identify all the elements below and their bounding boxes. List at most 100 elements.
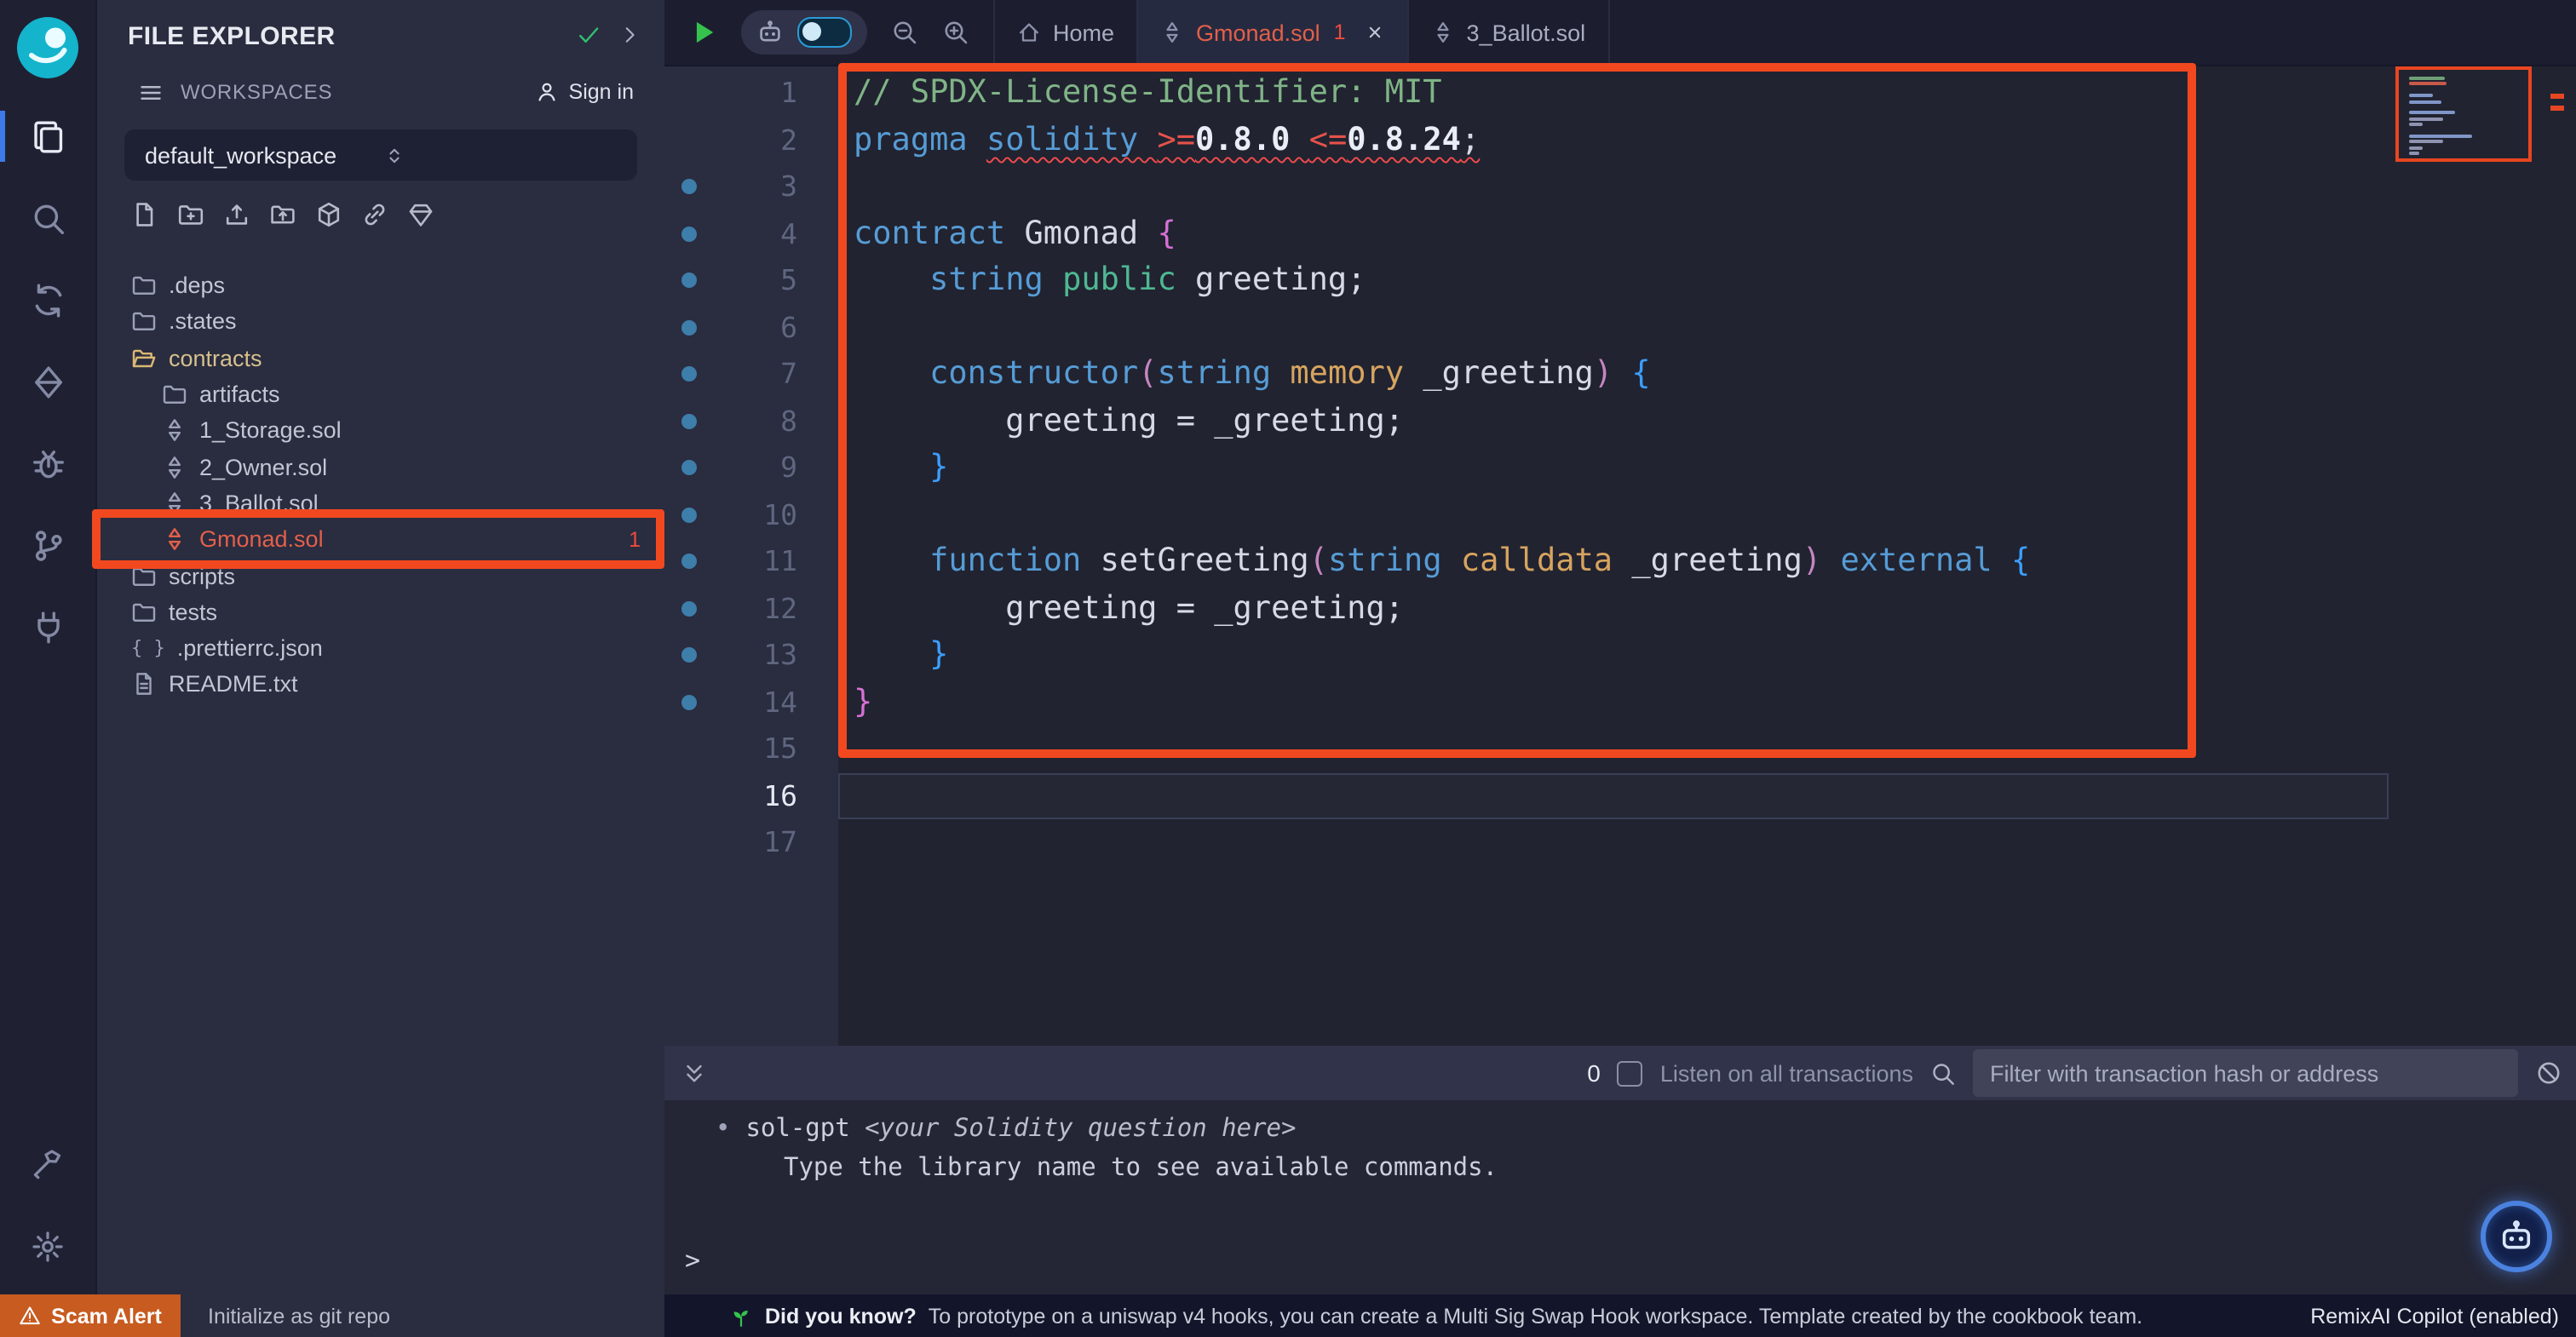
remix-ai-assistant-button[interactable]	[2481, 1201, 2552, 1272]
updown-icon	[382, 144, 405, 166]
tree-item-Gmonad.sol[interactable]: Gmonad.sol1	[97, 521, 664, 558]
code-line: // SPDX-License-Identifier: MIT	[854, 70, 2030, 117]
icon-sidebar	[0, 0, 95, 1294]
terminal-search-icon[interactable]	[1930, 1060, 1956, 1086]
robot-icon	[2498, 1218, 2535, 1255]
scam-alert-button[interactable]: Scam Alert	[0, 1294, 181, 1337]
minimap[interactable]	[2399, 66, 2542, 288]
sidebar-debugger-button[interactable]	[0, 422, 95, 504]
deploy-run-icon	[30, 364, 66, 399]
home-icon	[1017, 20, 1041, 44]
workspace-check-button[interactable]	[576, 20, 601, 51]
sprout-icon	[729, 1304, 753, 1328]
sidebar-plugin-manager-button[interactable]	[0, 586, 95, 668]
tab-close-button[interactable]	[1365, 22, 1385, 43]
init-git-repo-button[interactable]: Initialize as git repo	[181, 1294, 664, 1337]
solidity-icon	[162, 526, 187, 552]
listen-all-transactions-checkbox[interactable]	[1618, 1060, 1643, 1086]
zoom-out-button[interactable]	[891, 19, 918, 46]
upload-folder-button[interactable]	[269, 201, 296, 228]
tree-item-label: 3_Ballot.sol	[199, 491, 319, 516]
workspaces-menu-button[interactable]	[138, 79, 164, 105]
file-explorer-icon	[30, 118, 66, 154]
workspaces-row: WORKSPACES Sign in	[97, 72, 664, 112]
sidebar-settings-button[interactable]	[0, 1206, 95, 1288]
solidity-icon	[162, 491, 187, 516]
new-folder-button[interactable]	[177, 201, 204, 228]
braces-icon: { }	[131, 637, 165, 659]
tree-item-label: .deps	[169, 273, 225, 298]
code-line: pragma solidity >=0.8.0 <=0.8.24;	[854, 117, 2030, 164]
ai-copilot-toggle[interactable]	[797, 17, 852, 48]
tab-label: Home	[1053, 20, 1114, 45]
code-line: greeting = _greeting;	[854, 585, 2030, 632]
upload-file-button[interactable]	[223, 201, 250, 228]
remix-logo[interactable]	[14, 14, 82, 82]
code-editor[interactable]: 1234567891011121314151617 // SPDX-Licens…	[664, 66, 2576, 1046]
code-line	[854, 164, 2030, 210]
code-line	[854, 491, 2030, 538]
tab-Gmonad.sol[interactable]: Gmonad.sol1	[1138, 0, 1409, 65]
settings-icon	[31, 1230, 65, 1264]
run-script-button[interactable]	[688, 17, 719, 48]
tree-item-.prettierrc.json[interactable]: { }.prettierrc.json	[97, 630, 664, 667]
panel-title: FILE EXPLORER	[128, 21, 559, 50]
link-button[interactable]	[361, 201, 388, 228]
terminal-output[interactable]: •sol-gpt <your Solidity question here> T…	[664, 1100, 2576, 1294]
terminal-history-line: Type the library name to see available c…	[664, 1143, 2576, 1182]
solidity-icon	[162, 454, 187, 479]
tree-item-2_Owner.sol[interactable]: 2_Owner.sol	[97, 449, 664, 485]
tree-item-artifacts[interactable]: artifacts	[97, 376, 664, 413]
zoom-in-button[interactable]	[942, 19, 969, 46]
sign-in-label: Sign in	[569, 80, 634, 104]
close-icon	[1365, 22, 1385, 43]
editor-tabs: Home Gmonad.sol13_Ballot.sol	[993, 0, 1609, 65]
robot-icon	[756, 19, 784, 46]
sidebar-deploy-run-button[interactable]	[0, 341, 95, 422]
terminal-prompt[interactable]: >	[685, 1245, 700, 1276]
sidebar-git-button[interactable]	[0, 504, 95, 586]
tree-item-label: 1_Storage.sol	[199, 418, 342, 444]
play-icon	[688, 17, 719, 48]
transaction-filter-input[interactable]	[1973, 1049, 2518, 1097]
tree-item-.deps[interactable]: .deps	[97, 267, 664, 304]
code-line: function setGreeting(string calldata _gr…	[854, 538, 2030, 585]
terminal-collapse-button[interactable]	[681, 1060, 707, 1086]
tree-item-3_Ballot.sol[interactable]: 3_Ballot.sol	[97, 485, 664, 522]
cube-button[interactable]	[315, 201, 342, 228]
editor-tabbar: Home Gmonad.sol13_Ballot.sol	[664, 0, 2576, 66]
tree-item-label: scripts	[169, 563, 235, 588]
tab-3_Ballot.sol[interactable]: 3_Ballot.sol	[1409, 0, 1610, 65]
tree-item-README.txt[interactable]: README.txt	[97, 667, 664, 703]
code-line	[854, 304, 2030, 351]
sidebar-tools-button[interactable]	[0, 1124, 95, 1206]
sign-in-button[interactable]: Sign in	[535, 80, 634, 104]
sidebar-solidity-compiler-button[interactable]	[0, 259, 95, 341]
code-content[interactable]: // SPDX-License-Identifier: MITpragma so…	[854, 70, 2030, 866]
tree-item-tests[interactable]: tests	[97, 594, 664, 630]
workspace-selector[interactable]: default_workspace	[124, 129, 637, 181]
gem-button[interactable]	[407, 201, 434, 228]
listen-all-transactions-label: Listen on all transactions	[1660, 1060, 1913, 1086]
folder-icon	[131, 273, 157, 298]
tree-item-1_Storage.sol[interactable]: 1_Storage.sol	[97, 412, 664, 449]
collapse-panel-button[interactable]	[618, 20, 641, 51]
new-file-button[interactable]	[131, 201, 158, 228]
sidebar-file-explorer-button[interactable]	[0, 95, 95, 177]
did-you-know-tip: Did you know? To prototype on a uniswap …	[664, 1294, 2142, 1337]
solidity-icon	[1431, 20, 1455, 44]
remix-logo[interactable]	[0, 0, 95, 95]
tree-item-label: README.txt	[169, 672, 298, 697]
sidebar-search-button[interactable]	[0, 177, 95, 259]
tree-item-contracts[interactable]: contracts	[97, 340, 664, 376]
workspace-selected-value: default_workspace	[145, 142, 382, 168]
tree-item-scripts[interactable]: scripts	[97, 558, 664, 594]
folder-icon	[131, 600, 157, 625]
debugger-icon	[30, 445, 66, 481]
tab-Home[interactable]: Home	[995, 0, 1138, 65]
code-line: }	[854, 445, 2030, 491]
cube-icon	[315, 201, 342, 228]
clear-console-icon[interactable]	[2535, 1059, 2562, 1087]
tree-item-.states[interactable]: .states	[97, 304, 664, 341]
tree-item-label: tests	[169, 600, 217, 625]
